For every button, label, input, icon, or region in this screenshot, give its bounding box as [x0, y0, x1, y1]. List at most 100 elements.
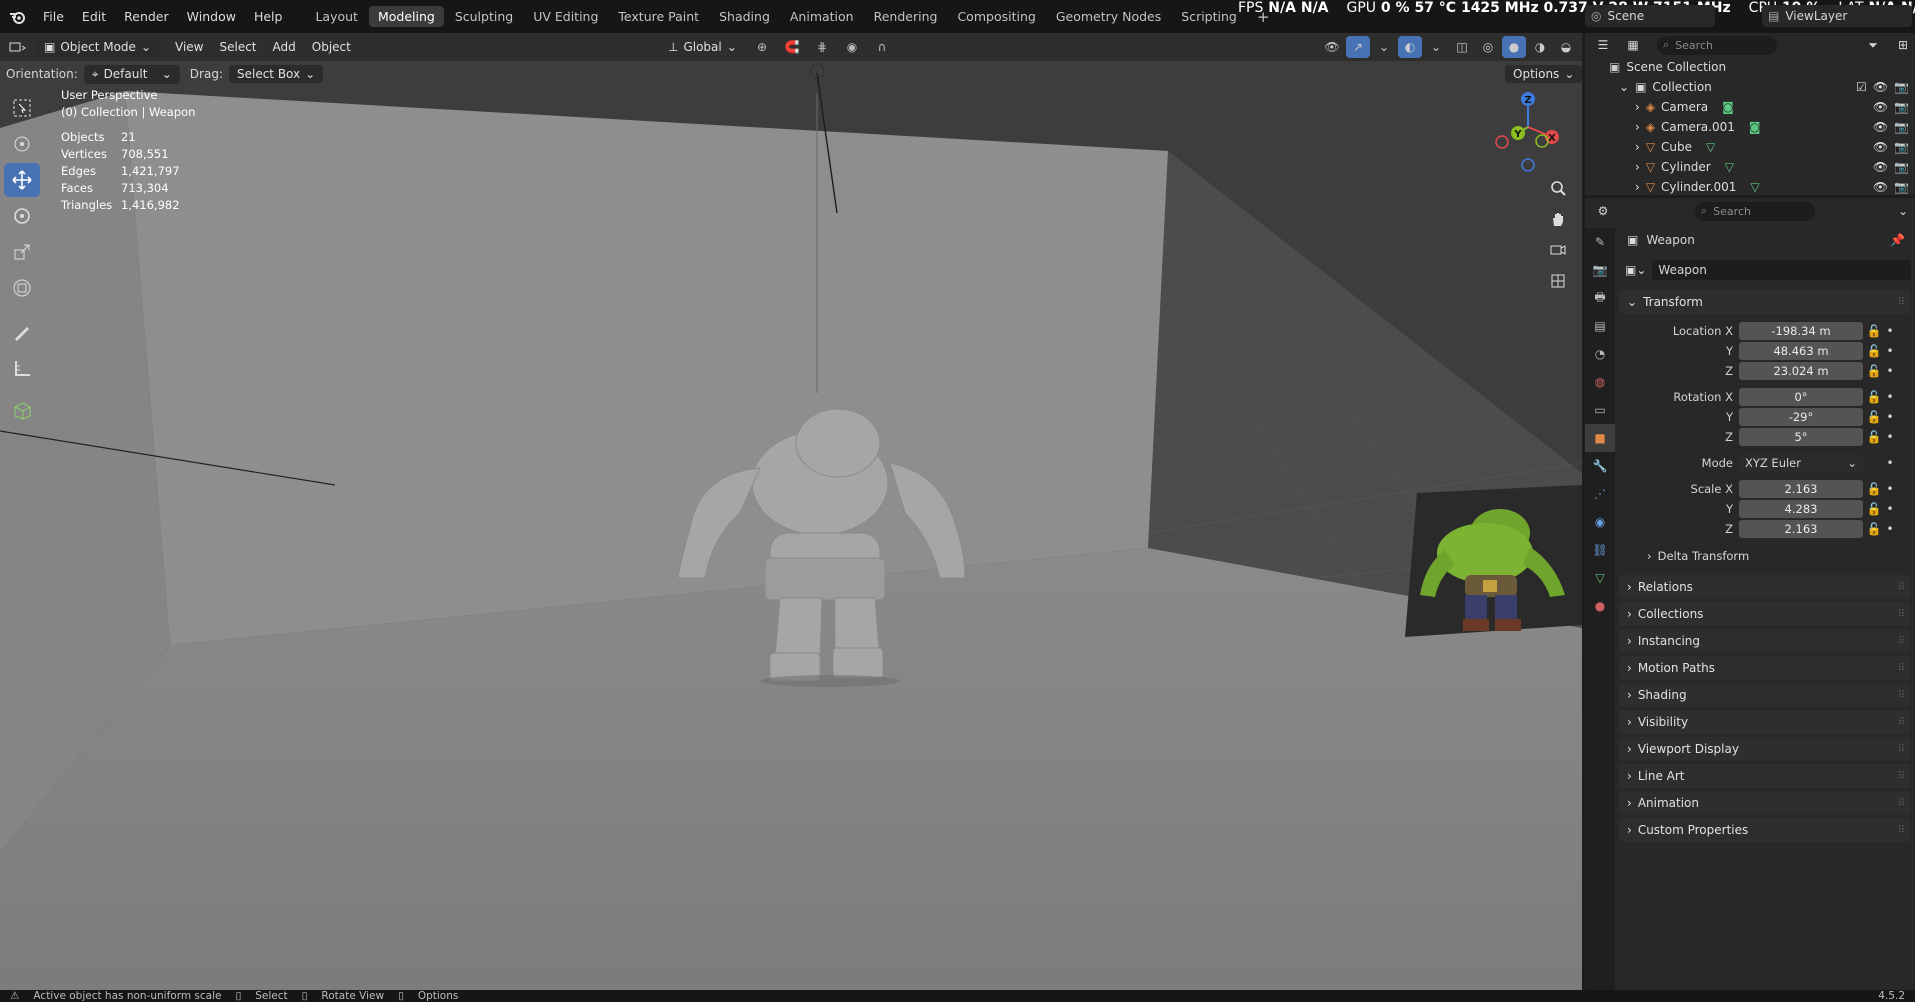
- keyframe-dot-icon[interactable]: •: [1885, 456, 1895, 470]
- drag-grip-icon[interactable]: ⠿: [1898, 825, 1905, 836]
- drag-dropdown[interactable]: Select Box ⌄: [228, 65, 324, 83]
- falloff-icon[interactable]: ∩: [870, 36, 894, 58]
- keyframe-dot-icon[interactable]: •: [1885, 430, 1895, 444]
- panel-motion-paths[interactable]: › Motion Paths ⠿: [1619, 656, 1911, 680]
- select-box-tool[interactable]: [4, 91, 40, 125]
- menu-add[interactable]: Add: [265, 38, 304, 56]
- drag-grip-icon[interactable]: ⠿: [1898, 582, 1905, 593]
- solid-shading-icon[interactable]: ●: [1502, 36, 1526, 58]
- menu-render[interactable]: Render: [115, 9, 178, 24]
- drag-grip-icon[interactable]: ⠿: [1898, 636, 1905, 647]
- tab-modeling[interactable]: Modeling: [368, 6, 444, 27]
- tab-rendering[interactable]: Rendering: [865, 6, 947, 27]
- camera-restrict-icon[interactable]: 📷: [1894, 180, 1909, 194]
- tab-shading[interactable]: Shading: [710, 6, 779, 27]
- object-type-icon[interactable]: ▣⌄: [1625, 263, 1646, 277]
- overlay-menu-icon[interactable]: ⌄: [1424, 36, 1448, 58]
- eye-icon[interactable]: 👁: [1873, 160, 1888, 174]
- object-name-field[interactable]: Weapon: [1652, 260, 1911, 280]
- outliner-scene-collection[interactable]: ▣ Scene Collection: [1585, 57, 1915, 77]
- filter-icon[interactable]: ⏷: [1861, 34, 1885, 56]
- menu-view[interactable]: View: [167, 38, 211, 56]
- add-cube-tool[interactable]: [4, 393, 40, 427]
- chevron-down-icon[interactable]: ⌄: [1891, 200, 1915, 222]
- checkbox-icon[interactable]: ☑: [1856, 80, 1867, 94]
- expand-icon[interactable]: ›: [1635, 180, 1640, 194]
- scale-y-field[interactable]: 4.283: [1739, 500, 1863, 518]
- blender-logo-icon[interactable]: [0, 0, 34, 33]
- menu-select[interactable]: Select: [211, 38, 264, 56]
- overlay-toggle-icon[interactable]: ◐: [1398, 36, 1422, 58]
- mode-dropdown[interactable]: ▣ Object Mode ⌄: [36, 38, 159, 56]
- rotation-x-field[interactable]: 0°: [1739, 388, 1863, 406]
- scene-tab-icon[interactable]: ◔: [1585, 340, 1615, 368]
- gizmo-toggle-icon[interactable]: ↗: [1346, 36, 1370, 58]
- drag-grip-icon[interactable]: ⠿: [1898, 663, 1905, 674]
- panel-visibility[interactable]: › Visibility ⠿: [1619, 710, 1911, 734]
- pan-hand-icon[interactable]: [1543, 204, 1573, 234]
- eye-icon[interactable]: 👁: [1873, 120, 1888, 134]
- object-tab-icon[interactable]: ■: [1585, 424, 1615, 452]
- drag-grip-icon[interactable]: ⠿: [1898, 798, 1905, 809]
- expand-icon[interactable]: ›: [1635, 100, 1640, 114]
- tab-geometry-nodes[interactable]: Geometry Nodes: [1047, 6, 1170, 27]
- keyframe-dot-icon[interactable]: •: [1885, 344, 1895, 358]
- lock-icon[interactable]: 🔓: [1863, 482, 1885, 496]
- world-tab-icon[interactable]: ◍: [1585, 368, 1615, 396]
- panel-shading[interactable]: › Shading ⠿: [1619, 683, 1911, 707]
- collection-tab-icon[interactable]: ▭: [1585, 396, 1615, 424]
- menu-edit[interactable]: Edit: [73, 9, 115, 24]
- lock-icon[interactable]: 🔓: [1863, 364, 1885, 378]
- drag-grip-icon[interactable]: ⠿: [1898, 717, 1905, 728]
- rotation-mode-dropdown[interactable]: XYZ Euler ⌄: [1739, 454, 1863, 472]
- scale-tool[interactable]: [4, 235, 40, 269]
- keyframe-dot-icon[interactable]: •: [1885, 324, 1895, 338]
- panel-animation[interactable]: › Animation ⠿: [1619, 791, 1911, 815]
- properties-search-input[interactable]: ⌕ Search: [1695, 201, 1815, 221]
- properties-editor-icon[interactable]: ⚙: [1591, 200, 1615, 222]
- gizmo-neg-x-axis[interactable]: [1495, 135, 1509, 149]
- eye-icon[interactable]: 👁: [1873, 80, 1888, 94]
- panel-relations[interactable]: › Relations ⠿: [1619, 575, 1911, 599]
- menu-object[interactable]: Object: [304, 38, 359, 56]
- outliner-collection[interactable]: ⌄ ▣ Collection ☑ 👁 📷: [1585, 77, 1915, 97]
- options-dropdown[interactable]: Options ⌄: [1505, 65, 1582, 83]
- lock-icon[interactable]: 🔓: [1863, 324, 1885, 338]
- pin-icon[interactable]: 📌: [1890, 233, 1905, 247]
- rotation-z-field[interactable]: 5°: [1739, 428, 1863, 446]
- expand-icon[interactable]: ›: [1635, 120, 1640, 134]
- menu-help[interactable]: Help: [245, 9, 292, 24]
- view-layer-selector[interactable]: ▤ ViewLayer: [1762, 5, 1912, 27]
- keyframe-dot-icon[interactable]: •: [1885, 410, 1895, 424]
- display-mode-icon[interactable]: ▦: [1621, 34, 1645, 56]
- gizmo-menu-icon[interactable]: ⌄: [1372, 36, 1396, 58]
- drag-grip-icon[interactable]: ⠿: [1898, 297, 1905, 308]
- rendered-shading-icon[interactable]: ◒: [1554, 36, 1578, 58]
- data-tab-icon[interactable]: ▽: [1585, 564, 1615, 592]
- 3d-viewport[interactable]: ▣ Object Mode ⌄ View Select Add Object ⊥…: [0, 33, 1582, 990]
- location-x-field[interactable]: -198.34 m: [1739, 322, 1863, 340]
- transform-orientation-dropdown[interactable]: ⊥ Global ⌄: [660, 38, 745, 56]
- camera-restrict-icon[interactable]: 📷: [1894, 120, 1909, 134]
- tab-layout[interactable]: Layout: [306, 6, 367, 27]
- outliner-item-camera-001[interactable]: › ◈ Camera.001 ◙ 👁 📷: [1585, 117, 1915, 137]
- scale-z-field[interactable]: 2.163: [1739, 520, 1863, 538]
- drag-grip-icon[interactable]: ⠿: [1898, 690, 1905, 701]
- tab-uv-editing[interactable]: UV Editing: [524, 6, 607, 27]
- xray-icon[interactable]: ◫: [1450, 36, 1474, 58]
- outliner-item-cylinder-001[interactable]: › ▽ Cylinder.001 ▽ 👁 📷: [1585, 177, 1915, 197]
- cursor-tool[interactable]: [4, 127, 40, 161]
- drag-grip-icon[interactable]: ⠿: [1898, 771, 1905, 782]
- annotate-tool[interactable]: [4, 315, 40, 349]
- lock-icon[interactable]: 🔓: [1863, 410, 1885, 424]
- tool-tab-icon[interactable]: ✎: [1585, 228, 1615, 256]
- delta-transform-subpanel[interactable]: › Delta Transform: [1619, 543, 1911, 569]
- lock-icon[interactable]: 🔓: [1863, 522, 1885, 536]
- keyframe-dot-icon[interactable]: •: [1885, 502, 1895, 516]
- tab-scripting[interactable]: Scripting: [1172, 6, 1246, 27]
- location-y-field[interactable]: 48.463 m: [1739, 342, 1863, 360]
- editor-type-icon[interactable]: [6, 36, 30, 58]
- keyframe-dot-icon[interactable]: •: [1885, 522, 1895, 536]
- zoom-icon[interactable]: [1543, 173, 1573, 203]
- gizmo-neg-z-axis[interactable]: [1521, 158, 1535, 172]
